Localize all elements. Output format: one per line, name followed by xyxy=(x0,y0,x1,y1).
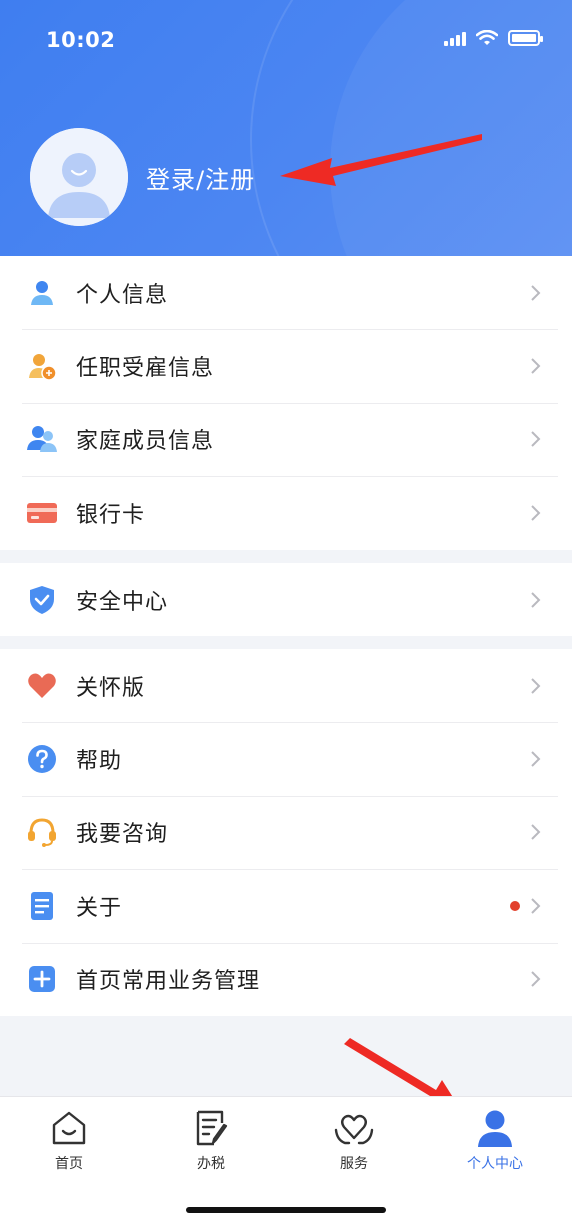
cellular-signal-icon xyxy=(444,30,466,46)
family-icon xyxy=(26,423,58,455)
chevron-right-icon xyxy=(531,824,541,841)
menu-item-label: 安全中心 xyxy=(76,589,169,615)
status-bar: 10:02 xyxy=(0,0,572,80)
profile-header: 10:02 登录/注册 xyxy=(0,0,572,256)
chevron-right-icon xyxy=(531,358,541,374)
menu-item-care-mode[interactable]: 关怀版 xyxy=(0,649,572,722)
tab-profile-center[interactable]: 个人中心 xyxy=(440,1107,550,1173)
heart-icon xyxy=(26,670,58,702)
chevron-right-icon xyxy=(531,971,541,987)
tab-service[interactable]: 服务 xyxy=(299,1107,409,1173)
chevron-right-icon xyxy=(531,677,541,694)
chevron-right-icon xyxy=(531,284,541,301)
menu-item-bank-card[interactable]: 银行卡 xyxy=(0,476,572,549)
plus-icon xyxy=(26,963,58,995)
status-time: 10:02 xyxy=(46,28,116,52)
chevron-right-icon xyxy=(531,431,541,448)
headset-icon xyxy=(26,816,58,848)
tab-label: 办税 xyxy=(197,1156,225,1172)
menu-group-personal: 个人信息 任职受雇信息 家庭成员信息 银行卡 xyxy=(0,256,572,550)
menu-item-label: 银行卡 xyxy=(76,502,146,528)
service-heart-icon xyxy=(333,1107,375,1149)
menu-group-security: 安全中心 xyxy=(0,563,572,637)
menu-item-label: 关于 xyxy=(76,895,123,921)
profile-section: 登录/注册 xyxy=(30,128,255,226)
menu-item-label: 关怀版 xyxy=(76,675,146,701)
employment-icon xyxy=(26,350,58,382)
person-icon xyxy=(26,277,58,309)
chevron-right-icon xyxy=(531,591,541,608)
tab-label: 首页 xyxy=(55,1156,83,1172)
menu-item-security-center[interactable]: 安全中心 xyxy=(0,563,572,636)
document-icon xyxy=(26,890,58,922)
home-indicator[interactable] xyxy=(186,1207,386,1213)
chevron-right-icon xyxy=(531,505,541,521)
avatar[interactable] xyxy=(30,128,128,226)
help-icon xyxy=(26,743,58,775)
bank-card-icon xyxy=(26,497,58,529)
shield-icon xyxy=(26,584,58,616)
default-avatar-icon xyxy=(30,128,128,226)
notification-badge xyxy=(510,900,520,911)
battery-icon xyxy=(508,30,543,46)
menu-item-label: 我要咨询 xyxy=(76,822,169,848)
tab-home[interactable]: 首页 xyxy=(14,1107,124,1173)
menu-item-personal-info[interactable]: 个人信息 xyxy=(0,256,572,329)
home-icon xyxy=(48,1107,90,1149)
tab-label: 个人中心 xyxy=(467,1156,523,1172)
tab-label: 服务 xyxy=(340,1156,368,1172)
menu-group-general: 关怀版 帮助 我要咨询 关于 首页常用业务管理 xyxy=(0,649,572,1016)
menu-item-label: 首页常用业务管理 xyxy=(76,969,261,995)
menu-item-consult[interactable]: 我要咨询 xyxy=(0,795,572,869)
profile-icon xyxy=(474,1107,516,1149)
status-icons xyxy=(444,30,543,46)
menu-item-help[interactable]: 帮助 xyxy=(0,722,572,795)
menu-item-home-shortcut-management[interactable]: 首页常用业务管理 xyxy=(0,942,572,1016)
tax-form-icon xyxy=(190,1107,232,1149)
menu-item-label: 家庭成员信息 xyxy=(76,429,215,455)
menu-item-label: 帮助 xyxy=(76,749,123,775)
menu-item-label: 任职受雇信息 xyxy=(76,356,215,382)
chevron-right-icon xyxy=(531,751,541,767)
menu-item-family-info[interactable]: 家庭成员信息 xyxy=(0,402,572,476)
menu-item-about[interactable]: 关于 xyxy=(0,869,572,942)
login-register-link[interactable]: 登录/注册 xyxy=(146,160,255,195)
menu-item-employment-info[interactable]: 任职受雇信息 xyxy=(0,329,572,402)
menu-item-label: 个人信息 xyxy=(76,282,169,308)
tab-tax[interactable]: 办税 xyxy=(156,1107,266,1173)
chevron-right-icon xyxy=(531,898,541,914)
wifi-icon xyxy=(476,30,498,45)
